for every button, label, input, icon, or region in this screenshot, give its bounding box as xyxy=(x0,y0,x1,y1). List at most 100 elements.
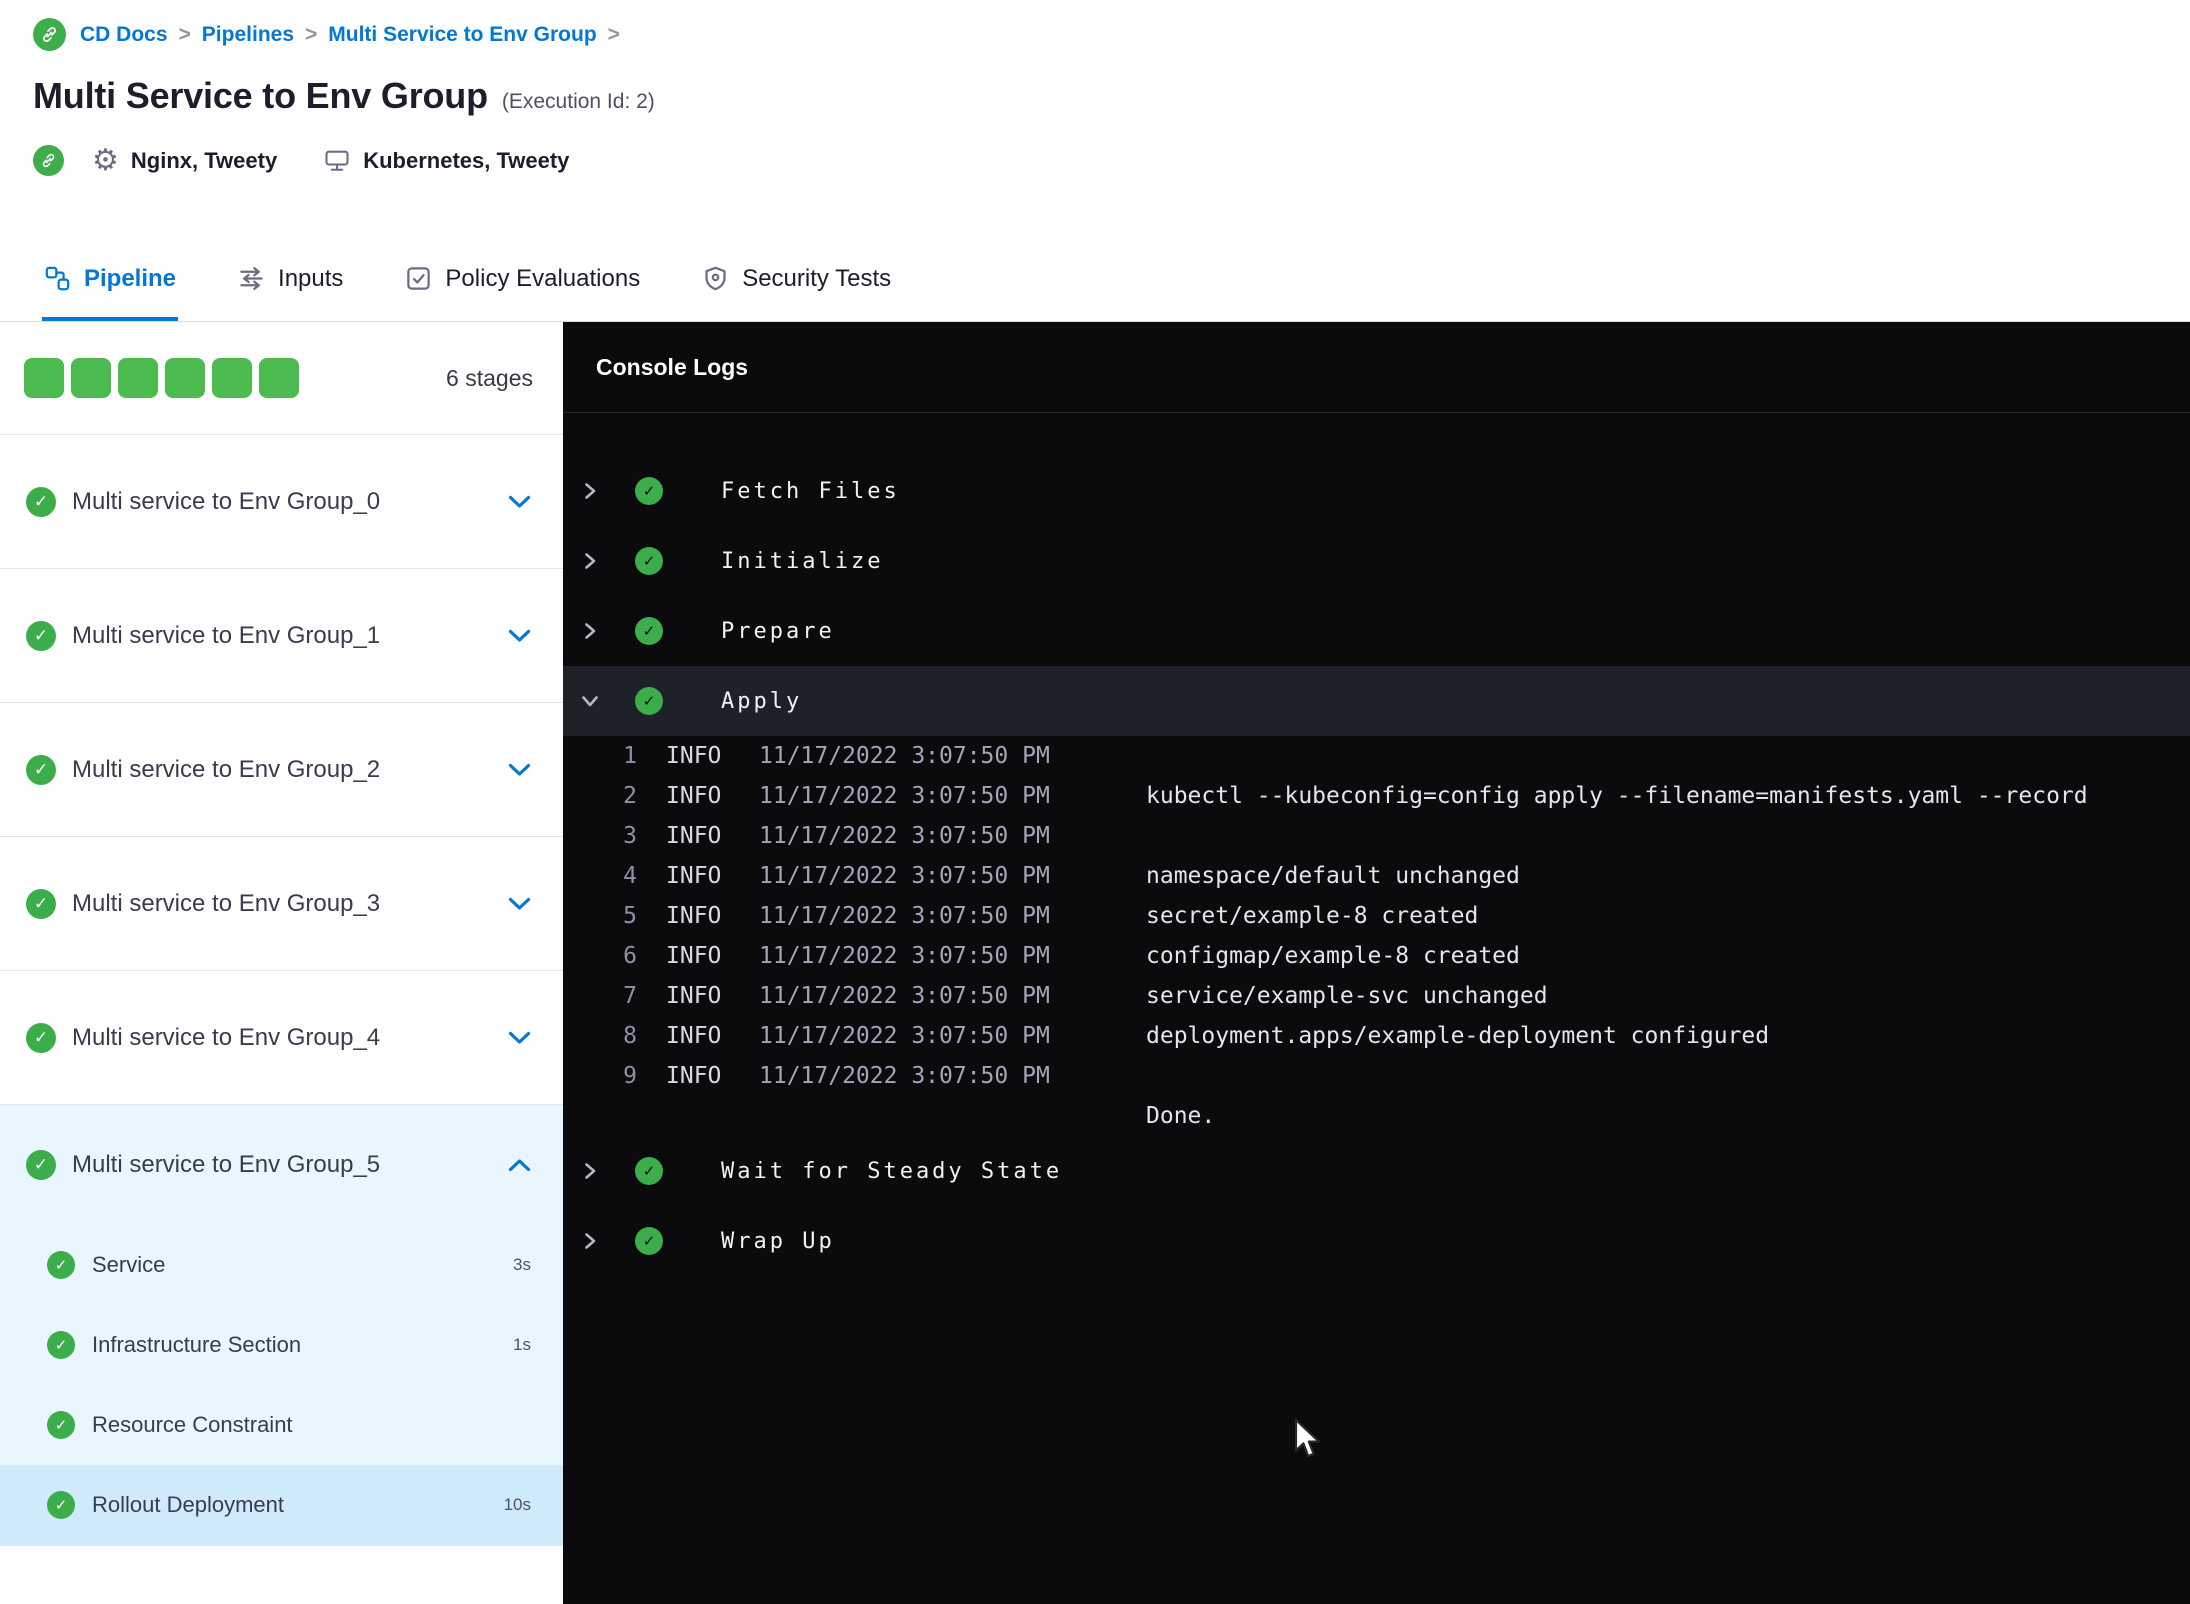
pipeline-icon xyxy=(45,266,70,291)
log-timestamp: 11/17/2022 3:07:50 PM xyxy=(759,863,1050,889)
breadcrumb-separator: > xyxy=(178,22,191,46)
tab-label: Security Tests xyxy=(742,264,892,292)
success-check-icon: ✓ xyxy=(26,888,56,919)
pipeline-link-icon xyxy=(33,18,66,51)
log-line-number: 4 xyxy=(623,863,637,889)
console-step-prepare[interactable]: ✓ Prepare xyxy=(563,596,2190,666)
step-label: Service xyxy=(92,1252,166,1277)
chevron-down-icon[interactable] xyxy=(508,897,531,911)
stage-row-0[interactable]: ✓ Multi service to Env Group_0 xyxy=(0,435,563,569)
log-row: 6 INFO 11/17/2022 3:07:50 PM configmap/e… xyxy=(563,936,2190,976)
chevron-right-icon[interactable] xyxy=(581,621,599,641)
console-steps: ✓ Fetch Files ✓ Initialize ✓ Prepare ✓ A… xyxy=(563,456,2190,1276)
log-line-number: 1 xyxy=(623,743,637,769)
success-check-icon: ✓ xyxy=(47,1251,75,1279)
page-header: CD Docs > Pipelines > Multi Service to E… xyxy=(0,0,2190,322)
log-line-number: 2 xyxy=(623,783,637,809)
breadcrumb-link-cd-docs[interactable]: CD Docs xyxy=(80,23,168,47)
log-line-number: 3 xyxy=(623,823,637,849)
tab-security-tests[interactable]: Security Tests xyxy=(700,240,893,321)
execution-id: (Execution Id: 2) xyxy=(501,90,655,113)
execution-meta-row: ⚙ Nginx, Tweety Kubernetes, Tweety xyxy=(0,145,2190,176)
step-label: Rollout Deployment xyxy=(92,1492,284,1517)
console-panel: Console Logs ✓ Fetch Files ✓ Initialize … xyxy=(563,322,2190,1604)
log-row: 7 INFO 11/17/2022 3:07:50 PM service/exa… xyxy=(563,976,2190,1016)
breadcrumb-link-pipeline-name[interactable]: Multi Service to Env Group xyxy=(328,23,596,47)
breadcrumb-separator: > xyxy=(607,22,620,46)
tab-inputs[interactable]: Inputs xyxy=(236,240,345,321)
log-timestamp: 11/17/2022 3:07:50 PM xyxy=(759,943,1050,969)
step-row-rollout-deployment[interactable]: ✓ Rollout Deployment 10s xyxy=(0,1465,563,1545)
stage-label: Multi service to Env Group_4 xyxy=(72,1023,381,1051)
step-duration: 10s xyxy=(503,1495,531,1514)
progress-segment xyxy=(71,358,111,398)
log-message: namespace/default unchanged xyxy=(1146,863,1520,889)
step-duration: 3s xyxy=(513,1255,531,1274)
log-row: 8 INFO 11/17/2022 3:07:50 PM deployment.… xyxy=(563,1016,2190,1056)
log-line-number: 8 xyxy=(623,1023,637,1049)
chevron-right-icon[interactable] xyxy=(581,1231,599,1251)
stage-5-expanded-section: ✓ Multi service to Env Group_5 ✓ Service… xyxy=(0,1105,563,1546)
step-row-service[interactable]: ✓ Service 3s xyxy=(0,1225,563,1305)
success-check-icon: ✓ xyxy=(47,1331,75,1359)
stage-label: Multi service to Env Group_1 xyxy=(72,621,381,649)
success-check-icon: ✓ xyxy=(635,477,663,505)
stage-row-5[interactable]: ✓ Multi service to Env Group_5 xyxy=(0,1105,563,1225)
stage-row-2[interactable]: ✓ Multi service to Env Group_2 xyxy=(0,703,563,837)
progress-segment xyxy=(165,358,205,398)
log-message: service/example-svc unchanged xyxy=(1146,983,1548,1009)
breadcrumb: CD Docs > Pipelines > Multi Service to E… xyxy=(80,23,631,47)
log-message: kubectl --kubeconfig=config apply --file… xyxy=(1146,783,2088,809)
log-level: INFO xyxy=(666,743,722,769)
log-timestamp: 11/17/2022 3:07:50 PM xyxy=(759,1063,1050,1089)
console-step-wrap-up[interactable]: ✓ Wrap Up xyxy=(563,1206,2190,1276)
log-level: INFO xyxy=(666,1023,722,1049)
step-row-infrastructure-section[interactable]: ✓ Infrastructure Section 1s xyxy=(0,1305,563,1385)
console-step-label: Wrap Up xyxy=(721,1228,835,1254)
console-step-wait-for-steady-state[interactable]: ✓ Wait for Steady State xyxy=(563,1136,2190,1206)
chevron-right-icon[interactable] xyxy=(581,481,599,501)
shield-icon xyxy=(705,266,726,291)
stage-row-4[interactable]: ✓ Multi service to Env Group_4 xyxy=(0,971,563,1105)
console-step-apply[interactable]: ✓ Apply xyxy=(563,666,2190,736)
chevron-expanded-icon[interactable] xyxy=(581,691,599,711)
success-check-icon: ✓ xyxy=(635,617,663,645)
log-level: INFO xyxy=(666,783,722,809)
log-row: 5 INFO 11/17/2022 3:07:50 PM secret/exam… xyxy=(563,896,2190,936)
stage-label: Multi service to Env Group_5 xyxy=(72,1151,381,1178)
step-label: Resource Constraint xyxy=(92,1412,293,1437)
tab-bar: Pipeline Inputs Policy Evaluations Secur… xyxy=(0,240,2190,322)
chevron-down-icon[interactable] xyxy=(508,763,531,777)
chevron-down-icon[interactable] xyxy=(508,495,531,509)
breadcrumb-link-pipelines[interactable]: Pipelines xyxy=(202,23,294,47)
log-timestamp: 11/17/2022 3:07:50 PM xyxy=(759,783,1050,809)
success-check-icon: ✓ xyxy=(635,1157,663,1185)
log-line-number: 6 xyxy=(623,943,637,969)
log-message: secret/example-8 created xyxy=(1146,903,1479,929)
gear-icon: ⚙ xyxy=(92,143,119,177)
console-step-fetch-files[interactable]: ✓ Fetch Files xyxy=(563,456,2190,526)
success-check-icon: ✓ xyxy=(47,1411,75,1439)
console-step-initialize[interactable]: ✓ Initialize xyxy=(563,526,2190,596)
log-level: INFO xyxy=(666,903,722,929)
log-level: INFO xyxy=(666,1063,722,1089)
tab-policy-evaluations[interactable]: Policy Evaluations xyxy=(403,240,642,321)
log-timestamp: 11/17/2022 3:07:50 PM xyxy=(759,743,1050,769)
environments-label: Kubernetes, Tweety xyxy=(363,147,570,173)
stage-row-1[interactable]: ✓ Multi service to Env Group_1 xyxy=(0,569,563,703)
progress-segment xyxy=(212,358,252,398)
log-row: Done. xyxy=(563,1096,2190,1136)
chevron-down-icon[interactable] xyxy=(508,1031,531,1045)
chevron-right-icon[interactable] xyxy=(581,1161,599,1181)
chevron-up-icon[interactable] xyxy=(508,1158,531,1172)
chevron-down-icon[interactable] xyxy=(508,629,531,643)
log-level: INFO xyxy=(666,863,722,889)
log-timestamp: 11/17/2022 3:07:50 PM xyxy=(759,903,1050,929)
step-row-resource-constraint[interactable]: ✓ Resource Constraint xyxy=(0,1385,563,1465)
log-level: INFO xyxy=(666,823,722,849)
chevron-right-icon[interactable] xyxy=(581,551,599,571)
progress-segment xyxy=(24,358,64,398)
stage-row-3[interactable]: ✓ Multi service to Env Group_3 xyxy=(0,837,563,971)
log-message: Done. xyxy=(1146,1103,1216,1129)
tab-pipeline[interactable]: Pipeline xyxy=(42,240,179,321)
